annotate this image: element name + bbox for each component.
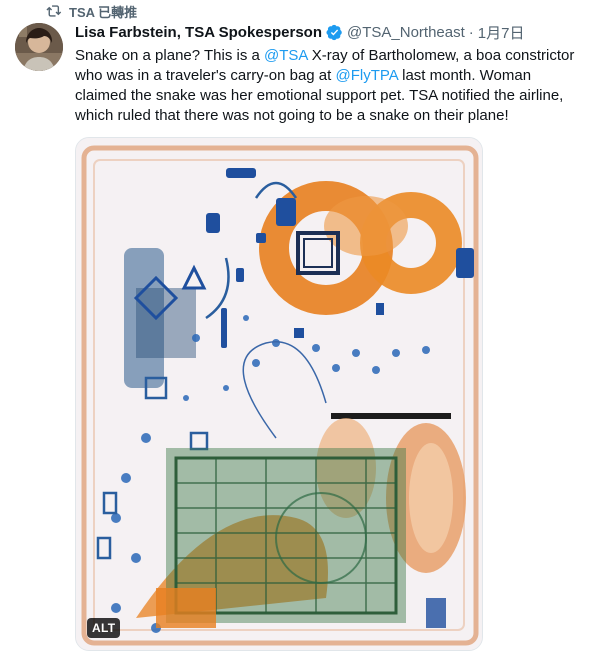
avatar[interactable] — [15, 23, 63, 71]
tweet[interactable]: Lisa Farbstein, TSA Spokesperson @TSA_No… — [75, 22, 580, 126]
verified-badge-icon — [326, 24, 343, 41]
tweet-header: Lisa Farbstein, TSA Spokesperson @TSA_No… — [75, 22, 580, 42]
retweet-label: TSA 已轉推 — [69, 4, 138, 20]
retweet-icon — [46, 4, 63, 18]
mention-link-flytpa[interactable]: @FlyTPA — [335, 67, 397, 84]
mention-link-tsa[interactable]: @TSA — [264, 47, 308, 64]
tweet-text-segment: Snake on a plane? This is a — [75, 47, 265, 64]
alt-text-badge[interactable]: ALT — [87, 618, 121, 638]
tweet-media-xray-image[interactable]: ALT — [75, 137, 483, 651]
tweet-text: Snake on a plane? This is a @TSA X-ray o… — [75, 46, 580, 126]
tweet-timestamp[interactable]: 1月7日 — [478, 22, 525, 43]
xray-image — [76, 138, 482, 650]
header-separator: · — [468, 23, 474, 41]
author-display-name[interactable]: Lisa Farbstein, TSA Spokesperson — [75, 24, 322, 41]
retweet-indicator[interactable]: TSA 已轉推 — [46, 2, 137, 20]
author-handle[interactable]: @TSA_Northeast — [347, 24, 465, 41]
